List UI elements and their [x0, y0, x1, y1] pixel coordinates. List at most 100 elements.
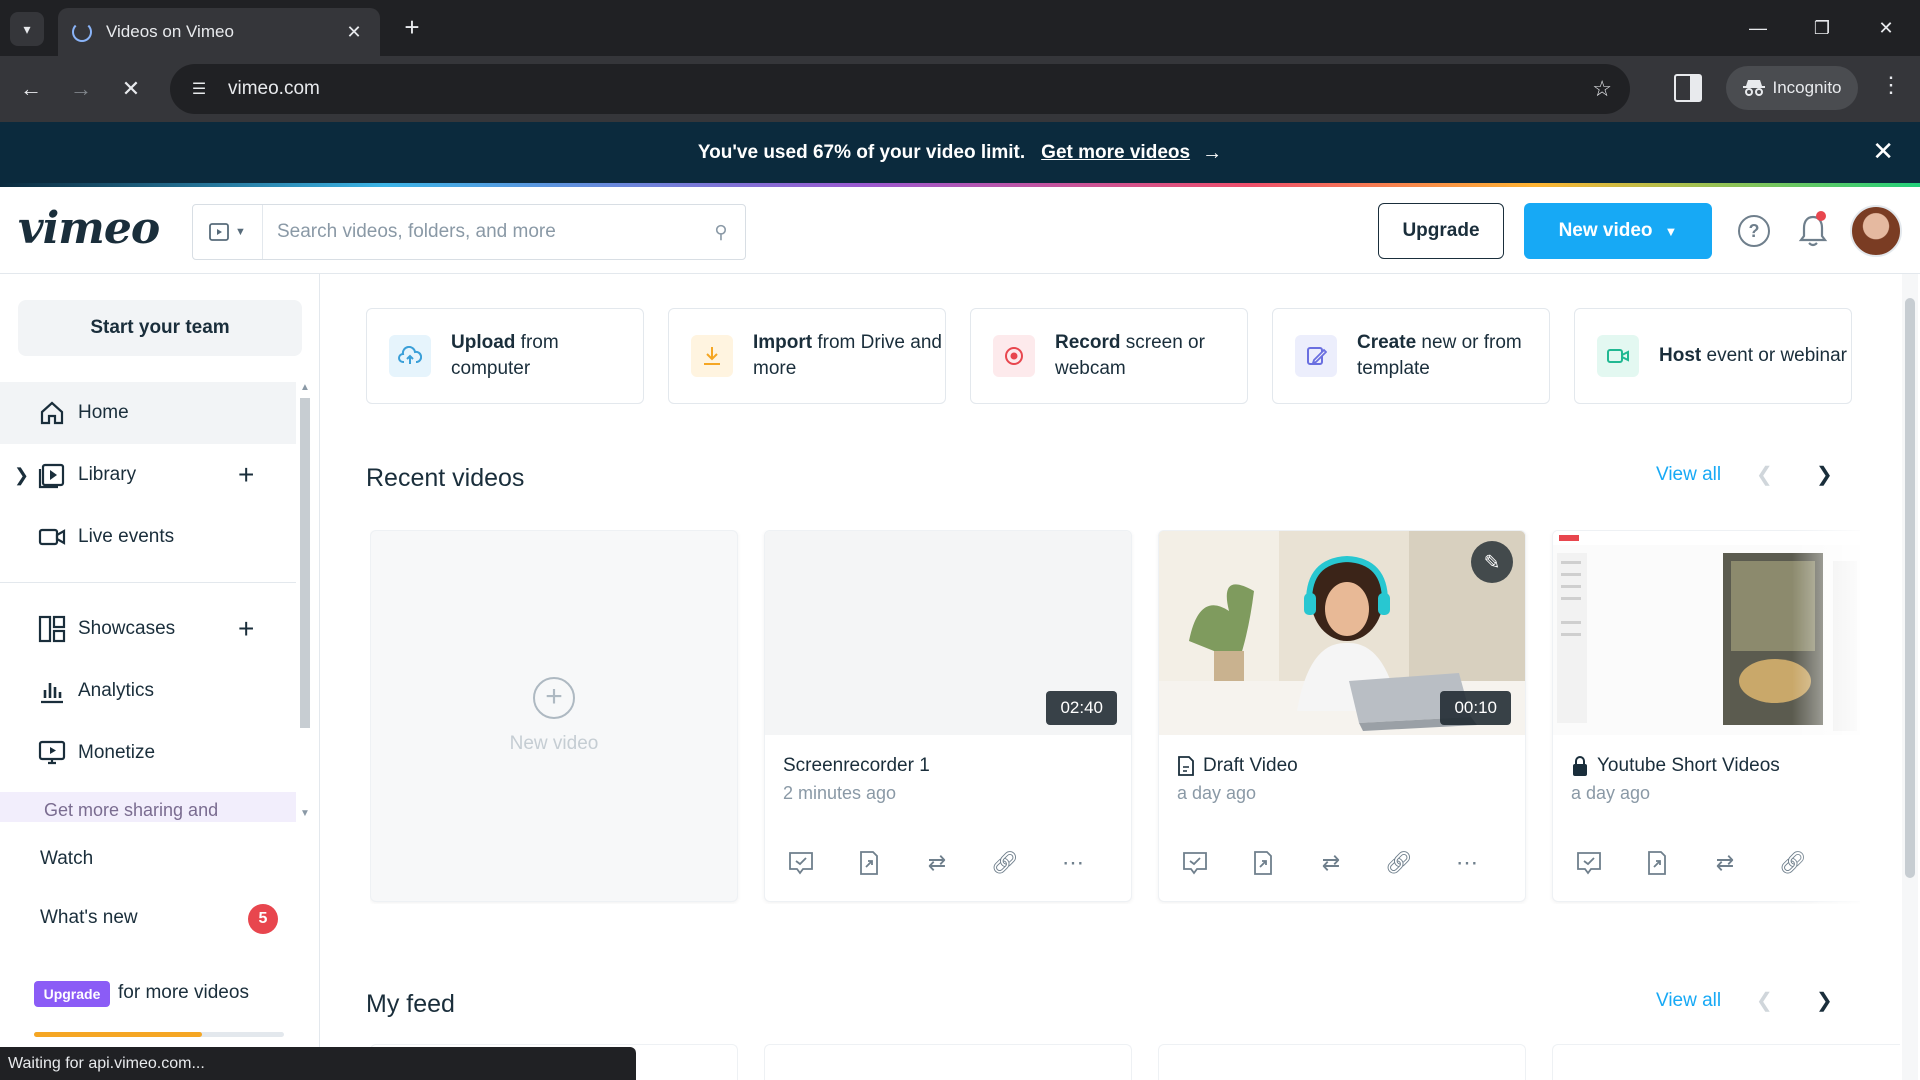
add-circle-icon: + [533, 677, 575, 719]
main-content: Upload from computer Import from Drive a… [320, 274, 1900, 1080]
video-title[interactable]: Youtube Short Videos [1571, 755, 1780, 777]
swap-icon[interactable]: ⇄ [1709, 847, 1741, 879]
create-card[interactable]: Create new or from template [1272, 308, 1550, 404]
export-icon[interactable] [853, 847, 885, 879]
host-card[interactable]: Host event or webinar [1574, 308, 1852, 404]
watch-link[interactable]: Watch [40, 848, 93, 870]
banner-close-icon[interactable]: ✕ [1872, 136, 1894, 167]
sidebar-item-library[interactable]: ❯ Library + [0, 444, 296, 506]
export-icon[interactable] [1247, 847, 1279, 879]
more-icon[interactable]: ⋯ [1451, 847, 1483, 879]
review-icon[interactable] [785, 847, 817, 879]
home-icon [38, 399, 66, 427]
chevron-down-icon: ▼ [1664, 223, 1678, 239]
add-library-icon[interactable]: + [238, 459, 254, 491]
whats-new-link[interactable]: What's new [40, 907, 138, 929]
chevron-left-icon[interactable]: ❮ [1756, 462, 1773, 487]
address-bar[interactable]: ☰ vimeo.com ☆ [170, 64, 1630, 114]
video-card[interactable]: 02:40 Screenrecorder 1 2 minutes ago ⇄ 🔗… [764, 530, 1132, 902]
scroll-up-icon[interactable]: ▲ [300, 382, 310, 393]
new-video-card-label: New video [509, 733, 599, 754]
review-icon[interactable] [1179, 847, 1211, 879]
new-video-button[interactable]: New video ▼ [1524, 203, 1712, 259]
my-feed-view-all[interactable]: View all [1656, 990, 1721, 1012]
edit-pencil-icon[interactable]: ✎ [1471, 541, 1513, 583]
browser-menu-icon[interactable]: ⋮ [1876, 72, 1906, 98]
help-icon[interactable]: ? [1738, 215, 1770, 247]
restore-icon[interactable]: ❐ [1802, 10, 1842, 46]
link-icon[interactable]: 🔗︎ [1383, 847, 1415, 879]
record-card[interactable]: Record screen or webcam [970, 308, 1248, 404]
chevron-right-icon[interactable]: ❯ [1816, 462, 1833, 487]
swap-icon[interactable]: ⇄ [1315, 847, 1347, 879]
browser-tab[interactable]: Videos on Vimeo ✕ [58, 8, 380, 56]
video-title[interactable]: Screenrecorder 1 [783, 755, 930, 777]
search-type-selector[interactable]: ▼ [193, 205, 263, 259]
sidebar-item-monetize[interactable]: Monetize [0, 722, 296, 784]
sidebar-scrollbar[interactable]: ▲ ▼ [298, 382, 312, 822]
recent-videos-view-all[interactable]: View all [1656, 464, 1721, 486]
create-card-text: Create new or from template [1357, 332, 1522, 379]
chevron-right-icon[interactable]: ❯ [1816, 988, 1833, 1013]
browser-toolbar: ← → ✕ ☰ vimeo.com ☆ Incognito ⋮ [0, 56, 1920, 122]
get-more-videos-link[interactable]: Get more videos [1041, 142, 1190, 164]
sidebar-item-analytics[interactable]: Analytics [0, 660, 296, 722]
search-input[interactable] [263, 205, 697, 259]
swap-icon[interactable]: ⇄ [921, 847, 953, 879]
stop-loading-icon[interactable]: ✕ [114, 72, 148, 106]
sidebar-item-home[interactable]: Home [0, 382, 296, 444]
close-tab-icon[interactable]: ✕ [342, 22, 366, 43]
upgrade-button[interactable]: Upgrade [1378, 203, 1504, 259]
more-icon[interactable]: ⋯ [1057, 847, 1089, 879]
feed-card[interactable] [764, 1044, 1132, 1080]
tab-search-icon[interactable]: ▾ [10, 12, 44, 46]
minimize-icon[interactable]: — [1738, 10, 1778, 46]
feed-card[interactable] [1552, 1044, 1900, 1080]
video-thumbnail[interactable]: ✎ 00:10 [1159, 531, 1525, 735]
link-icon[interactable]: 🔗︎ [989, 847, 1021, 879]
arrow-right-icon[interactable]: → [1202, 142, 1222, 165]
notification-dot [1816, 211, 1826, 221]
carousel-fade [1792, 530, 1872, 904]
video-actions: ⇄ 🔗︎ ⋯ [1179, 847, 1483, 879]
user-avatar[interactable] [1850, 205, 1902, 257]
chevron-right-icon[interactable]: ❯ [14, 465, 29, 486]
new-video-card[interactable]: + New video [370, 530, 738, 902]
search-icon[interactable]: ⚲ [697, 222, 745, 243]
record-icon [993, 335, 1035, 377]
review-icon[interactable] [1573, 847, 1605, 879]
vimeo-logo[interactable]: vimeo [18, 203, 160, 254]
upload-card[interactable]: Upload from computer [366, 308, 644, 404]
video-card[interactable]: ✎ 00:10 Draft Video a day ago ⇄ 🔗︎ ⋯ [1158, 530, 1526, 902]
sidebar-scroll-thumb[interactable] [300, 398, 310, 728]
site-info-icon[interactable]: ☰ [188, 79, 210, 99]
incognito-indicator[interactable]: Incognito [1726, 66, 1858, 110]
record-card-text: Record screen or webcam [1055, 332, 1205, 379]
close-window-icon[interactable]: ✕ [1866, 10, 1906, 46]
import-card[interactable]: Import from Drive and more [668, 308, 946, 404]
feed-card[interactable] [1158, 1044, 1526, 1080]
search-bar: ▼ ⚲ [192, 204, 746, 260]
upgrade-badge[interactable]: Upgrade [34, 981, 110, 1007]
sidebar-item-showcases[interactable]: Showcases + [0, 598, 296, 660]
page-scrollbar[interactable] [1902, 274, 1918, 1080]
recent-videos-row: + New video 02:40 Screenrecorder 1 2 min… [370, 530, 1860, 904]
video-thumbnail[interactable]: 02:40 [765, 531, 1131, 735]
new-tab-icon[interactable]: + [396, 12, 428, 44]
start-your-team-button[interactable]: Start your team [18, 300, 302, 356]
sidebar-promo[interactable]: Get more sharing and [0, 792, 296, 822]
page-scroll-thumb[interactable] [1905, 298, 1915, 878]
side-panel-icon[interactable] [1674, 74, 1702, 102]
video-time: a day ago [1177, 783, 1257, 803]
back-icon[interactable]: ← [14, 72, 48, 106]
upload-card-text: Upload from computer [451, 332, 559, 379]
export-icon[interactable] [1641, 847, 1673, 879]
sidebar-item-live-events[interactable]: Live events [0, 506, 296, 568]
forward-icon[interactable]: → [64, 72, 98, 106]
chevron-left-icon[interactable]: ❮ [1756, 988, 1773, 1013]
bookmark-star-icon[interactable]: ☆ [1592, 76, 1612, 102]
scroll-down-icon[interactable]: ▼ [300, 808, 310, 819]
import-card-text: Import from Drive and more [753, 332, 942, 379]
video-title[interactable]: Draft Video [1177, 755, 1298, 777]
add-showcase-icon[interactable]: + [238, 613, 254, 645]
